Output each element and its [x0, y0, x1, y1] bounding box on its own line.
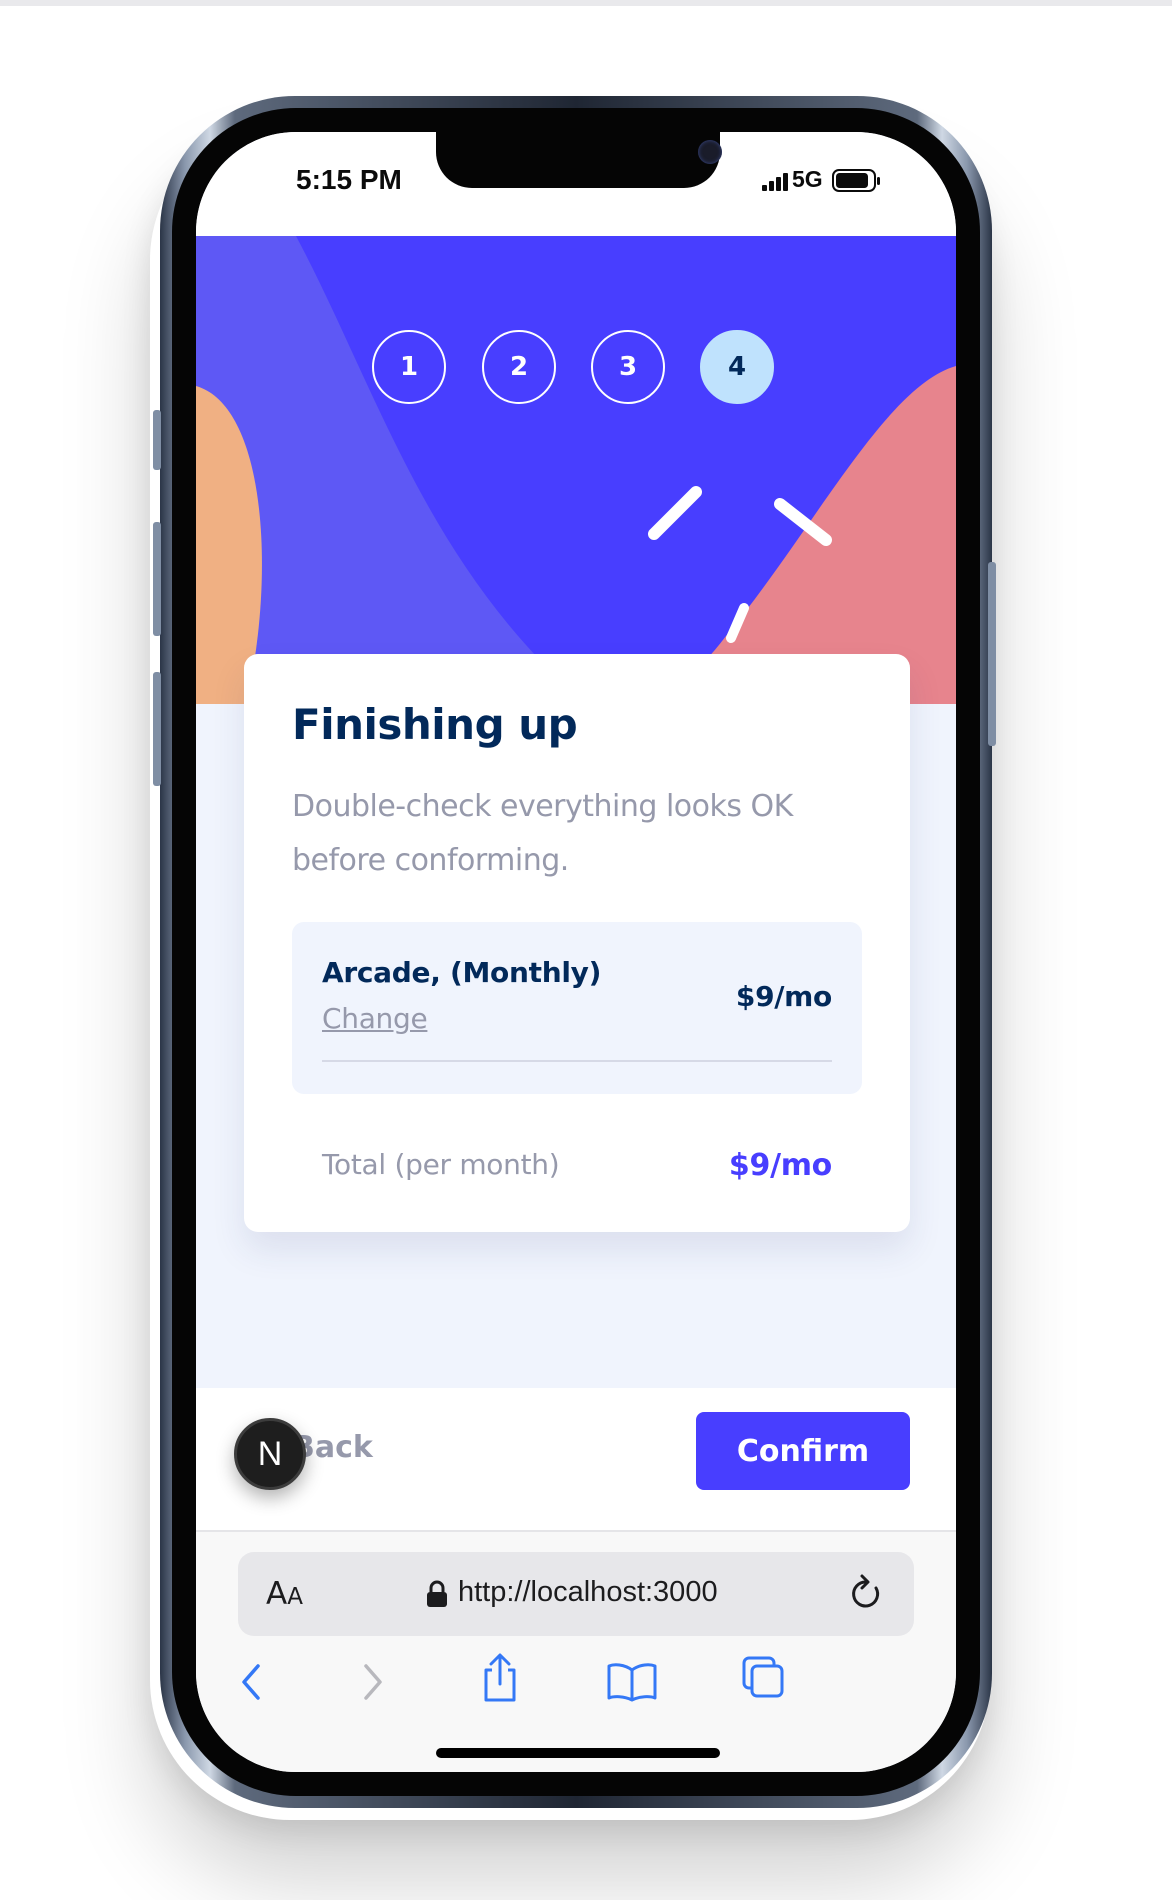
battery-icon	[832, 169, 880, 192]
step-indicator: 1 2 3 4	[196, 330, 956, 410]
battery-level	[836, 173, 868, 188]
network-type: 5G	[792, 166, 823, 192]
page-subtitle: Double-check everything looks OK before …	[292, 789, 793, 878]
step-1[interactable]: 1	[372, 330, 446, 404]
forward-chevron-icon[interactable]	[354, 1660, 390, 1704]
page-title: Finishing up	[292, 700, 578, 749]
share-icon[interactable]	[478, 1652, 522, 1704]
plan-name: Arcade, (Monthly)	[322, 956, 602, 989]
plan-price: $9/mo	[735, 980, 832, 1013]
aa-small: A	[287, 1584, 303, 1610]
reload-icon[interactable]	[846, 1572, 886, 1616]
step-3[interactable]: 3	[591, 330, 665, 404]
step-2[interactable]: 2	[482, 330, 556, 404]
footer-navigation: Back Confirm N	[196, 1388, 956, 1530]
lock-icon	[427, 1580, 447, 1607]
nextjs-dev-badge[interactable]: N	[234, 1418, 306, 1490]
url-text: http://localhost:3000	[458, 1576, 718, 1608]
confirm-button[interactable]: Confirm	[696, 1412, 910, 1490]
total-price: $9/mo	[728, 1148, 832, 1183]
aa-large: A	[266, 1576, 288, 1612]
tabs-icon[interactable]	[740, 1654, 788, 1702]
cellular-signal-icon	[762, 173, 788, 191]
mute-switch	[153, 410, 161, 470]
step-4[interactable]: 4	[700, 330, 774, 404]
reader-settings-button[interactable]: AA	[266, 1576, 303, 1612]
summary-card: Finishing up Double-check everything loo…	[244, 654, 910, 1232]
hero-banner: 1 2 3 4	[196, 236, 956, 704]
status-time: 5:15 PM	[296, 164, 402, 195]
total-label: Total (per month)	[322, 1148, 560, 1181]
status-bar: 5:15 PM 5G	[196, 132, 956, 236]
front-camera	[698, 140, 722, 164]
change-plan-link[interactable]: Change	[322, 1002, 428, 1035]
volume-up-button	[153, 522, 161, 636]
back-chevron-icon[interactable]	[234, 1660, 270, 1704]
home-indicator[interactable]	[436, 1748, 720, 1758]
phone-screen: 5:15 PM 5G 1 2 3 4 Finishing up Double-c…	[196, 132, 956, 1772]
hero-background-shapes	[196, 236, 956, 704]
volume-down-button	[153, 672, 161, 786]
address-bar[interactable]: AA http://localhost:3000	[238, 1552, 914, 1636]
power-button	[988, 562, 996, 746]
plan-summary: Arcade, (Monthly) Change $9/mo	[292, 922, 862, 1094]
confetti-stroke	[648, 486, 702, 540]
summary-divider	[322, 1060, 832, 1062]
browser-chrome: AA http://localhost:3000	[196, 1530, 956, 1772]
bookmarks-icon[interactable]	[606, 1660, 658, 1704]
notch	[436, 132, 722, 188]
page-top-rule	[0, 0, 1172, 6]
